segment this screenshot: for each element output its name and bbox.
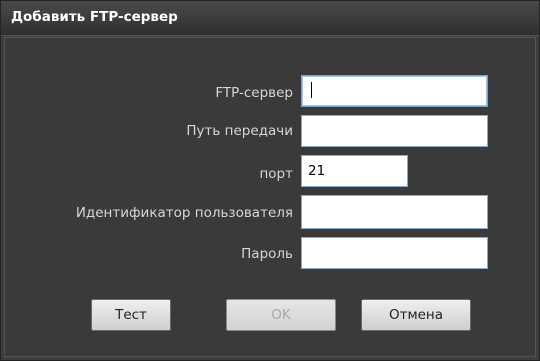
- ftp-server-label: FTP-сервер: [215, 85, 293, 101]
- transfer-path-label: Путь передачи: [186, 123, 293, 139]
- add-ftp-server-dialog: Добавить FTP-сервер FTP-сервер Путь пере…: [0, 0, 540, 361]
- port-input[interactable]: 21: [301, 155, 408, 187]
- ftp-server-input[interactable]: [301, 75, 488, 107]
- port-value: 21: [308, 163, 326, 179]
- port-label: порт: [259, 166, 293, 182]
- text-caret: [311, 82, 312, 98]
- dialog-titlebar: Добавить FTP-сервер: [1, 1, 539, 36]
- user-id-label: Идентификатор пользователя: [75, 205, 293, 221]
- user-id-input[interactable]: [301, 195, 488, 229]
- cancel-button[interactable]: Отмена: [361, 299, 471, 331]
- ok-button[interactable]: OK: [226, 299, 336, 331]
- dialog-title: Добавить FTP-сервер: [11, 9, 178, 25]
- test-button[interactable]: Тест: [91, 299, 171, 331]
- password-input[interactable]: [301, 237, 488, 269]
- password-label: Пароль: [241, 246, 293, 262]
- transfer-path-input[interactable]: [301, 115, 488, 147]
